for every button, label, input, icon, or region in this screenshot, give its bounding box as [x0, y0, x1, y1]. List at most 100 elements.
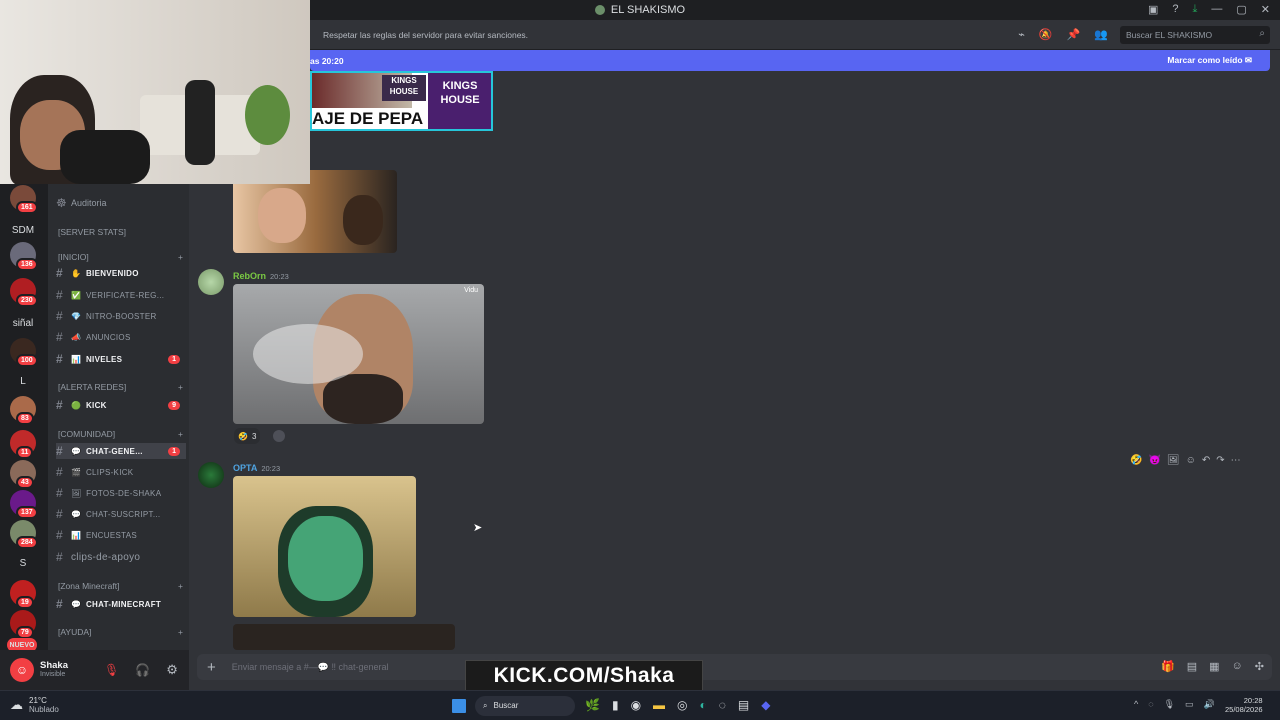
server-icon-7[interactable]: L	[10, 368, 36, 394]
threads-icon[interactable]: ⌁	[1018, 28, 1025, 41]
notepad-icon[interactable]: ▤	[738, 698, 749, 712]
server-icon-4[interactable]: 230	[10, 278, 38, 307]
apps-icon[interactable]: ✣	[1255, 660, 1264, 673]
channel-item-fotos-de-shaka[interactable]: # 🖼 fotos-de-shaka	[56, 485, 186, 501]
channel-item-chat-gene---[interactable]: # 💬 chat-gene... 1	[56, 443, 186, 459]
server-icon-8[interactable]: 83	[10, 396, 36, 425]
channel-item-chat-suscript---[interactable]: # 💬 chat-suscript...	[56, 506, 186, 522]
pin-icon[interactable]: 📌	[1067, 28, 1081, 41]
avatar[interactable]	[198, 462, 224, 488]
category-server-stats[interactable]: [SERVER STATS]	[58, 227, 183, 237]
message-author[interactable]: RebOrn 20:23	[233, 271, 289, 281]
app-icon[interactable]: ◌	[719, 698, 726, 712]
message-image[interactable]	[233, 476, 416, 617]
settings-icon[interactable]: ⚙	[166, 662, 178, 678]
more-icon[interactable]: ⋯	[1231, 455, 1241, 466]
forward-icon[interactable]: ↷	[1216, 455, 1224, 466]
new-messages-bar[interactable]: as 20:20 Marcar como leído ✉	[310, 50, 1270, 71]
channel-item-clips-kick[interactable]: # 🎬 clips-kick	[56, 464, 186, 480]
mute-icon[interactable]: 🎙	[104, 663, 119, 677]
reply-icon[interactable]: ↶	[1202, 455, 1210, 466]
inbox-icon[interactable]: ▣	[1148, 3, 1158, 16]
server-icon-5[interactable]: siñal	[10, 310, 36, 336]
discord-icon[interactable]: ◆	[761, 698, 770, 712]
widget-icon[interactable]: 🌿	[585, 698, 600, 712]
add-channel-icon[interactable]: +	[178, 627, 183, 637]
taskbar-search[interactable]: ⌕ Buscar	[475, 696, 575, 716]
weather-widget[interactable]: ☁ 21°C Nublado	[10, 696, 59, 714]
quick-reaction-3-icon[interactable]: 🖼	[1167, 455, 1180, 466]
channel-item-nitro-booster[interactable]: # 💎 nitro-booster	[56, 308, 186, 324]
server-icon-10[interactable]: 43	[10, 460, 36, 489]
message-composer[interactable]: + Enviar mensaje a #—💬 ‼ chat-general 🎁 …	[197, 654, 1272, 680]
server-icon-13[interactable]: S	[10, 550, 36, 576]
server-icon-2[interactable]: SDM	[10, 217, 36, 243]
message-image[interactable]	[233, 624, 455, 650]
channel-item-chat-minecraft[interactable]: # 💬 chat-minecraft	[56, 596, 186, 612]
message-input[interactable]: Enviar mensaje a #—💬 ‼ chat-general	[232, 662, 389, 673]
obs-icon[interactable]: ◉	[631, 698, 641, 712]
server-icon-12[interactable]: 284	[10, 520, 38, 549]
channel-item-verificate-reg---[interactable]: # ✅ verificate-reg...	[56, 287, 186, 303]
category-ayuda[interactable]: [AYUDA] +	[58, 627, 183, 637]
message-author[interactable]: OPTA 20:23	[233, 463, 280, 473]
channel-item-kick[interactable]: # 🟢 kick 9	[56, 397, 186, 413]
mic-icon[interactable]: 🎙	[1164, 699, 1175, 710]
search-input[interactable]: Buscar EL SHAKISMO ⌕	[1120, 26, 1270, 44]
minimize-icon[interactable]: —	[1211, 3, 1222, 16]
add-channel-icon[interactable]: +	[178, 581, 183, 591]
server-icon-9[interactable]: 11	[10, 430, 36, 459]
add-channel-icon[interactable]: +	[178, 382, 183, 392]
deafen-icon[interactable]: 🎧	[135, 663, 150, 677]
emoji-icon[interactable]: ☺	[1232, 660, 1243, 673]
edge-icon[interactable]: ◐	[700, 698, 707, 712]
volume-icon[interactable]: 🔊	[1204, 699, 1215, 710]
network-icon[interactable]: ▭	[1185, 699, 1194, 710]
message-image[interactable]: Vidu	[233, 284, 484, 424]
upload-icon[interactable]: +	[207, 659, 216, 676]
channel-item-encuestas[interactable]: # 📊 encuestas	[56, 527, 186, 543]
gif-icon[interactable]: ▤	[1187, 660, 1197, 673]
tray-app-icon[interactable]: ◌	[1148, 699, 1153, 710]
maximize-icon[interactable]: ▢	[1236, 3, 1246, 16]
gift-icon[interactable]: 🎁	[1161, 660, 1175, 673]
close-icon[interactable]: ✕	[1261, 3, 1270, 16]
quick-reaction-1-icon[interactable]: 🤣	[1130, 455, 1142, 466]
reaction[interactable]: 🤣 3	[234, 428, 261, 444]
category-inicio[interactable]: [INICIO] +	[58, 252, 183, 262]
channel-item-clips-de-apoyo[interactable]: # clips-de-apoyo	[56, 549, 186, 565]
server-icon-11[interactable]: 137	[10, 490, 38, 519]
add-channel-icon[interactable]: +	[178, 252, 183, 262]
sticker-icon[interactable]: ▦	[1209, 660, 1219, 673]
mark-as-read-button[interactable]: Marcar como leído ✉	[1167, 55, 1252, 66]
server-icon-6[interactable]: 100	[10, 338, 38, 367]
channel-item-anuncios[interactable]: # 📣 anuncios	[56, 329, 186, 345]
task-view-icon[interactable]: ▮	[612, 698, 619, 712]
chevron-up-icon[interactable]: ^	[1134, 699, 1138, 710]
category-comunidad[interactable]: [COMUNIDAD] +	[58, 429, 183, 439]
audit-log-item[interactable]: ☸ Auditoria	[56, 195, 186, 211]
category-alerta-redes[interactable]: [ALERTA REDES] +	[58, 382, 183, 392]
server-icon-1[interactable]: 161	[10, 185, 38, 214]
quick-reaction-2-icon[interactable]: 😈	[1148, 455, 1160, 466]
help-icon[interactable]: ?	[1172, 3, 1178, 16]
category-zona-minecraft[interactable]: [Zona Minecraft] +	[58, 581, 183, 591]
file-explorer-icon[interactable]: ▬	[653, 698, 665, 712]
notifications-icon[interactable]: 🔕	[1039, 28, 1053, 41]
add-channel-icon[interactable]: +	[178, 429, 183, 439]
channel-item-niveles[interactable]: # 📊 niveles 1	[56, 351, 186, 367]
channel-item-bienvenido[interactable]: # ✋ bienvenido	[56, 265, 186, 281]
avatar[interactable]	[198, 269, 224, 295]
chrome-icon[interactable]: ◎	[677, 698, 687, 712]
banner-image[interactable]: KINGS HOUSE KINGS HOUSE AJE DE PEPA	[310, 71, 493, 131]
download-icon[interactable]: ⤓	[1193, 3, 1198, 16]
avatar[interactable]: ☺	[10, 658, 34, 682]
server-icon-14[interactable]: 19	[10, 580, 36, 609]
add-reaction-icon[interactable]	[273, 430, 285, 442]
members-icon[interactable]: 👥	[1094, 28, 1108, 41]
start-button[interactable]	[452, 699, 466, 713]
server-icon-3[interactable]: 136	[10, 242, 38, 271]
add-reaction-icon[interactable]: ☺	[1186, 455, 1196, 466]
server-icon-15[interactable]: 79	[10, 610, 36, 639]
clock[interactable]: 20:28 25/08/2026	[1225, 696, 1263, 714]
